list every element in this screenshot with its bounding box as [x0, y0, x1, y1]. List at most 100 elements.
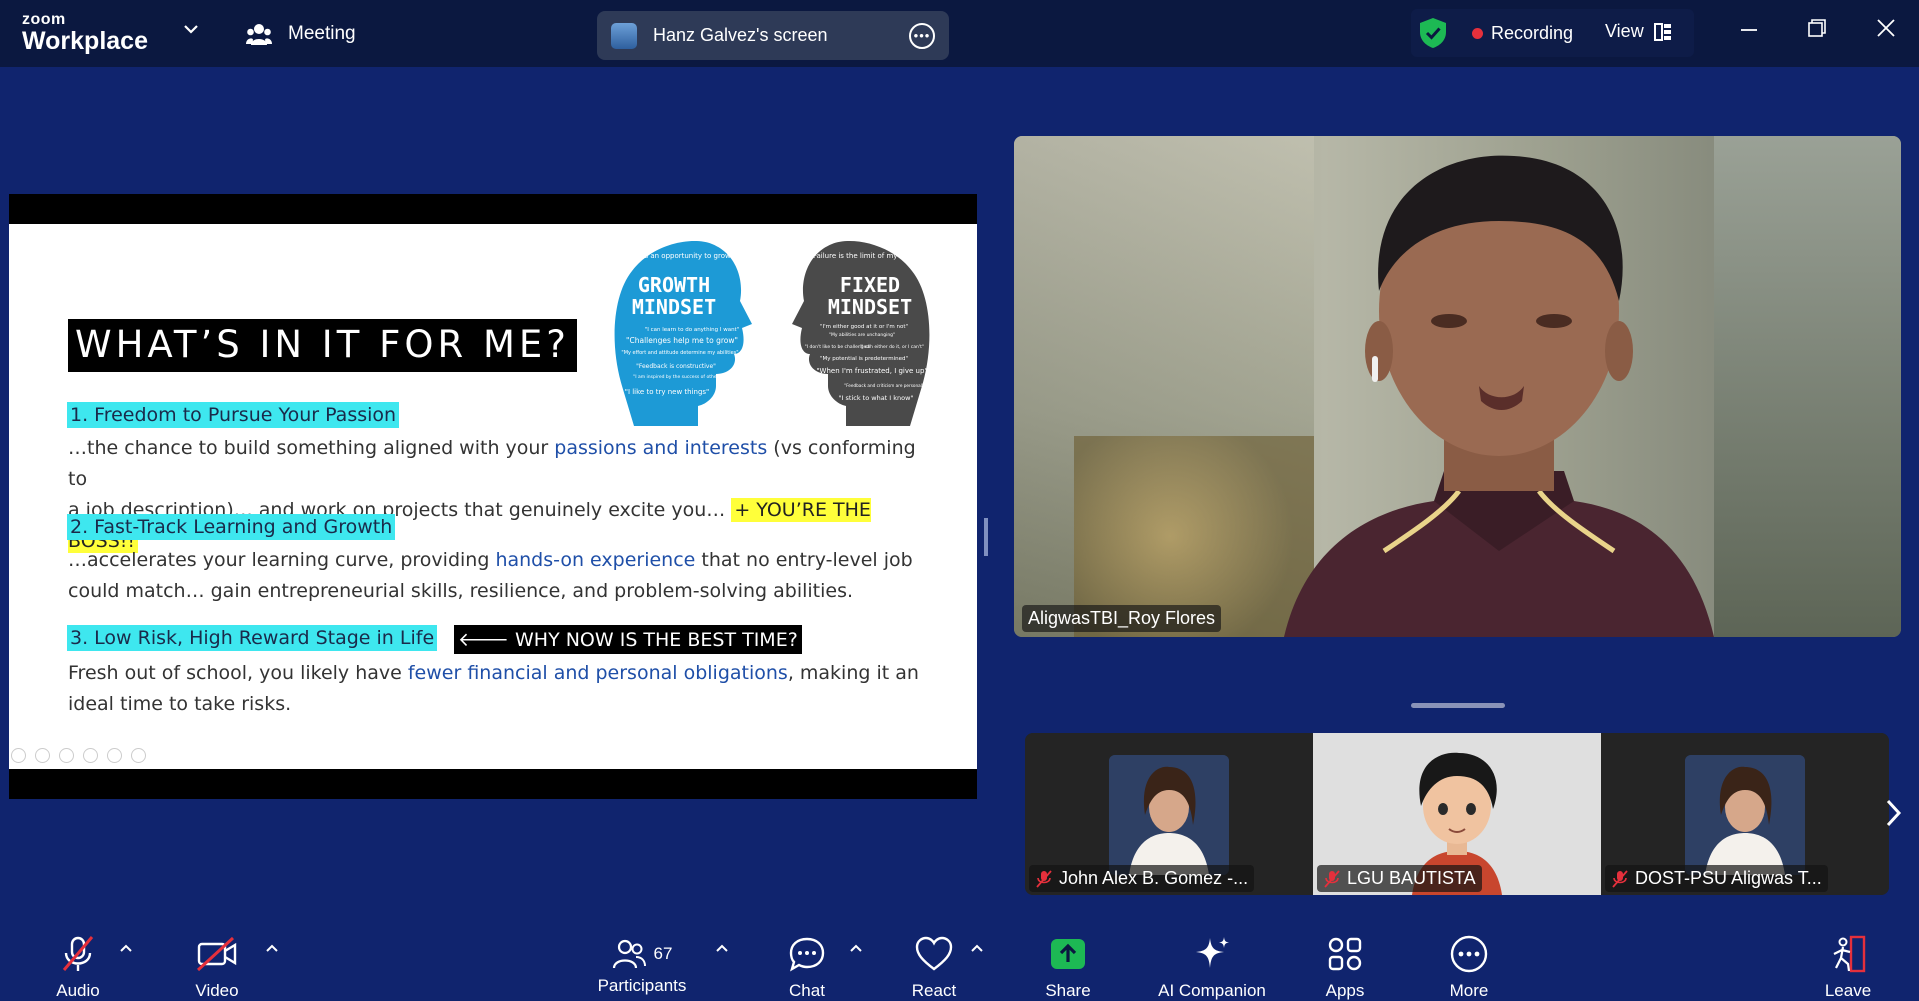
participants-options-chevron-icon[interactable]	[715, 943, 729, 953]
participant-thumbnails: John Alex B. Gomez -... LGU BAUTISTA DOS…	[1025, 733, 1889, 895]
gallery-resize-handle[interactable]	[1411, 703, 1505, 708]
ai-companion-button[interactable]: AI Companion	[1146, 934, 1278, 1001]
recording-dot-icon	[1472, 28, 1483, 39]
fixed-line-g: "Feedback and criticism are personal"	[844, 383, 924, 388]
share-label: Share	[1045, 981, 1091, 1000]
mindset-heads-graphic: "Failure is an opportunity to grow" GROW…	[614, 241, 930, 426]
chat-button[interactable]: Chat	[782, 934, 832, 1001]
slides-icon[interactable]	[83, 748, 98, 763]
apps-label: Apps	[1325, 981, 1365, 1000]
active-speaker-video[interactable]: AligwasTBI_Roy Flores	[1014, 136, 1901, 637]
p2-blue: hands-on experience	[495, 549, 696, 571]
participant-photo-figure	[1685, 755, 1805, 875]
chevron-down-icon[interactable]	[183, 24, 199, 34]
svg-text:"Failure is an opportunity to: "Failure is an opportunity to grow"	[614, 252, 734, 260]
audio-options-chevron-icon[interactable]	[119, 943, 133, 953]
participants-label: Participants	[597, 976, 687, 995]
chat-icon	[789, 937, 825, 972]
apps-button[interactable]: Apps	[1320, 934, 1370, 1001]
fixed-line-f: "When I'm frustrated, I give up"	[816, 367, 927, 375]
video-label: Video	[195, 981, 239, 1000]
shared-screen-title: Hanz Galvez's screen	[653, 25, 828, 45]
fixed-line-e: "My potential is predetermined"	[820, 356, 908, 362]
p2-line2: could match… gain entrepreneurial skills…	[68, 580, 854, 602]
mic-muted-icon	[1612, 869, 1628, 888]
growth-quote: "Failure is an opportunity to grow"	[614, 252, 734, 260]
slideshow-controls[interactable]	[11, 748, 146, 763]
p3-pre: Fresh out of school, you likely have	[68, 662, 408, 684]
view-button[interactable]: View	[1605, 21, 1672, 42]
participant-photo-figure	[1109, 755, 1229, 875]
react-label: React	[911, 981, 957, 1000]
fixed-quote: "Failure is the limit of my abilities"	[810, 252, 930, 260]
participant-label: LGU BAUTISTA	[1317, 865, 1482, 892]
participant-tile[interactable]: LGU BAUTISTA	[1313, 733, 1601, 895]
more-options-icon[interactable]: •••	[909, 22, 935, 49]
logo-line1: zoom	[22, 11, 66, 28]
video-button[interactable]: Video	[185, 934, 249, 1001]
share-screen-icon	[1051, 939, 1085, 969]
mic-muted-icon	[1324, 869, 1340, 888]
speaker-name-tag: AligwasTBI_Roy Flores	[1022, 605, 1222, 632]
pointer-icon[interactable]	[35, 748, 50, 763]
close-icon[interactable]	[1876, 18, 1896, 38]
p3-line2: ideal time to take risks.	[68, 693, 292, 715]
shared-screen-pill[interactable]: Hanz Galvez's screen •••	[597, 11, 949, 60]
meeting-label: Meeting	[288, 23, 356, 44]
fixed-title-2: MINDSET	[828, 295, 912, 319]
audio-button[interactable]: Audio	[46, 934, 110, 1001]
participants-button[interactable]: 67 Participants	[592, 934, 692, 996]
more-icon[interactable]	[131, 748, 146, 763]
recording-indicator[interactable]: Recording	[1472, 23, 1573, 44]
recording-label: Recording	[1491, 23, 1574, 43]
fixed-title-1: FIXED	[840, 273, 900, 297]
share-button[interactable]: Share	[1042, 934, 1094, 1001]
participants-count: 67	[653, 944, 673, 963]
slide-title: WHAT’S IN IT FOR ME?	[68, 319, 577, 372]
participant-tile[interactable]: DOST-PSU Aligwas T...	[1601, 733, 1889, 895]
fixed-line-h: "I stick to what I know"	[839, 394, 914, 402]
prev-slide-icon[interactable]	[11, 748, 26, 763]
react-options-chevron-icon[interactable]	[970, 943, 984, 953]
participant-tile[interactable]: John Alex B. Gomez -...	[1025, 733, 1313, 895]
people-icon	[246, 24, 272, 45]
chevron-right-icon[interactable]	[1883, 798, 1903, 828]
top-bar: zoom Workplace Meeting Hanz Galvez's scr…	[0, 0, 1919, 67]
video-options-chevron-icon[interactable]	[265, 943, 279, 953]
zoom-icon[interactable]	[107, 748, 122, 763]
sharer-avatar	[611, 22, 637, 49]
restore-icon[interactable]	[1807, 18, 1827, 38]
react-button[interactable]: React	[908, 934, 960, 1001]
fixed-line-a: "I'm either good at it or I'm not"	[820, 324, 908, 330]
panel-splitter[interactable]	[984, 518, 988, 556]
participant-label: John Alex B. Gomez -...	[1029, 865, 1255, 892]
growth-head-shape	[614, 241, 752, 426]
leave-button[interactable]: Leave	[1822, 934, 1874, 1001]
why-now-banner: 🡐 WHY NOW IS THE BEST TIME?	[454, 625, 802, 654]
growth-line-f: "I like to try new things"	[625, 388, 710, 396]
more-button[interactable]: More	[1443, 934, 1495, 1001]
mic-muted-icon	[62, 936, 94, 971]
video-background-right	[1714, 136, 1901, 637]
pen-icon[interactable]	[59, 748, 74, 763]
growth-line-d: "Feedback is constructive"	[636, 363, 716, 370]
ai-companion-label: AI Companion	[1158, 981, 1266, 1000]
shield-check-icon[interactable]	[1418, 17, 1448, 49]
point-2-text: …accelerates your learning curve, provid…	[68, 545, 938, 607]
growth-line-c: "My effort and attitude determine my abi…	[621, 350, 738, 356]
fixed-line-b: "My abilities are unchanging"	[829, 332, 895, 338]
leave-label: Leave	[1824, 981, 1872, 1000]
meeting-menu[interactable]: Meeting	[246, 22, 356, 46]
mic-muted-icon	[1036, 869, 1052, 888]
arrow-left-icon: 🡐	[458, 629, 515, 651]
more-label: More	[1449, 981, 1489, 1000]
heart-icon	[915, 936, 953, 971]
point-3-text: Fresh out of school, you likely have few…	[68, 658, 938, 720]
minimize-icon[interactable]	[1739, 18, 1759, 38]
chat-options-chevron-icon[interactable]	[849, 943, 863, 953]
shared-screen[interactable]: WHAT’S IN IT FOR ME? "Failure is an oppo…	[9, 194, 977, 799]
fixed-line-d: "I can either do it, or I can't"	[860, 344, 924, 350]
view-label: View	[1605, 21, 1644, 41]
p3-blue: fewer financial and personal obligations	[407, 662, 788, 684]
participant-name: LGU BAUTISTA	[1347, 868, 1476, 888]
